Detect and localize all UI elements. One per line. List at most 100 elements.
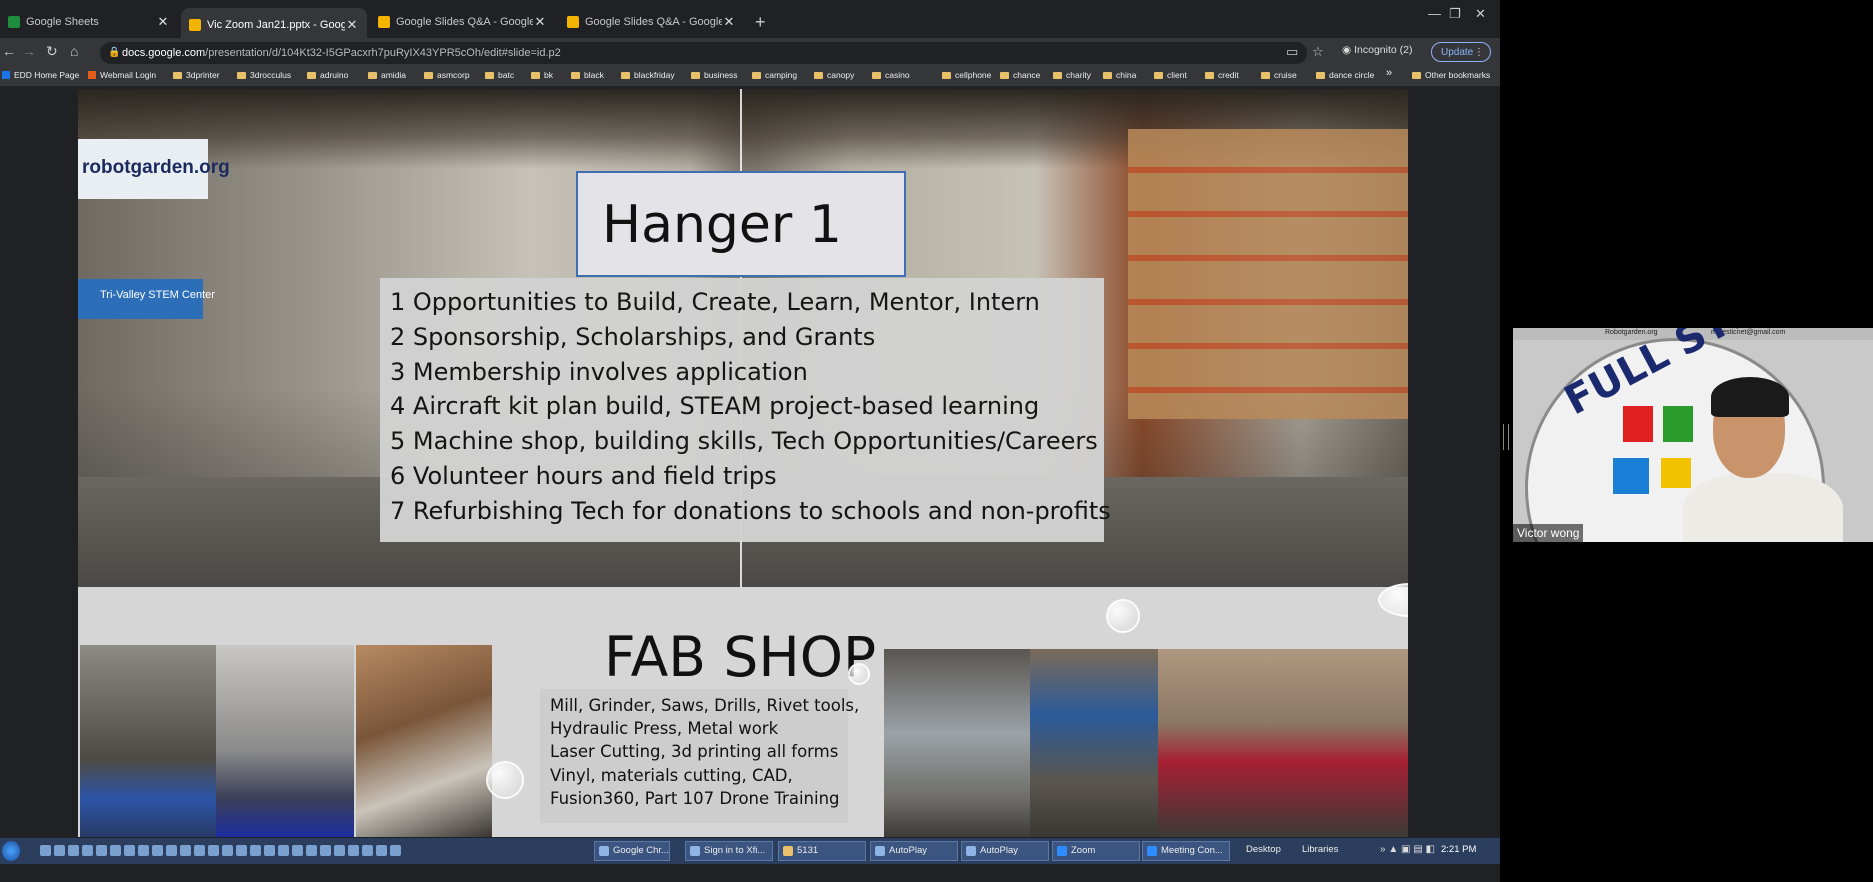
bookmark-folder[interactable]: amidia (368, 70, 406, 80)
bookmark-folder[interactable]: china (1103, 70, 1136, 80)
taskbar-item[interactable]: AutoPlay (961, 841, 1049, 861)
folder-icon (783, 846, 793, 856)
close-icon[interactable]: ✕ (722, 14, 736, 30)
fab-photo-saw (216, 645, 354, 837)
app-icon[interactable] (264, 845, 275, 856)
bookmark-folder[interactable]: blackfriday (621, 70, 675, 80)
taskbar-item[interactable]: Meeting Con... (1142, 841, 1230, 861)
app-icon[interactable] (68, 845, 79, 856)
close-icon[interactable]: ✕ (345, 17, 359, 33)
desktop-toolbar[interactable]: Desktop (1246, 844, 1281, 855)
app-icon[interactable] (348, 845, 359, 856)
participant-video[interactable]: Robotgarden.org majesticnet@gmail.com FU… (1513, 328, 1873, 542)
fab-photo-grinder (80, 645, 216, 837)
app-icon[interactable] (292, 845, 303, 856)
bookmark-folder[interactable]: client (1154, 70, 1187, 80)
app-icon[interactable] (194, 845, 205, 856)
app-icon[interactable] (82, 845, 93, 856)
panel-resize-handle[interactable] (1503, 424, 1509, 450)
app-icon[interactable] (334, 845, 345, 856)
home-button[interactable]: ⌂ (70, 43, 78, 59)
browser-toolbar: ← → ↻ ⌂ 🔒 docs.google.com/presentation/d… (0, 38, 1500, 68)
bookmark-folder[interactable]: charity (1053, 70, 1091, 80)
app-icon[interactable] (180, 845, 191, 856)
reload-button[interactable]: ↻ (46, 43, 58, 60)
minimize-button[interactable]: — (1428, 6, 1441, 21)
app-icon[interactable] (54, 845, 65, 856)
taskbar-item[interactable]: 5131 (778, 841, 866, 861)
tab-slides-qa-1[interactable]: Google Slides Q&A - Google Slides ✕ (370, 10, 555, 34)
taskbar-item[interactable]: Sign in to Xfi... (685, 841, 773, 861)
bookmark-folder[interactable]: chance (1000, 70, 1040, 80)
app-icon[interactable] (208, 845, 219, 856)
bookmark-item[interactable]: EDD Home Page (2, 70, 79, 80)
app-icon[interactable] (110, 845, 121, 856)
bookmark-folder[interactable]: business (691, 70, 738, 80)
opportunities-list: 1 Opportunities to Build, Create, Learn,… (380, 278, 1111, 542)
bookmark-item[interactable]: Webmail Login (88, 70, 156, 80)
taskbar-item[interactable]: Google Chr... (594, 841, 670, 861)
app-icon[interactable] (320, 845, 331, 856)
close-icon[interactable]: ✕ (533, 14, 547, 30)
back-button[interactable]: ← (2, 43, 16, 59)
app-icon[interactable] (250, 845, 261, 856)
bookmark-folder[interactable]: adruino (307, 70, 348, 80)
close-window-button[interactable]: ✕ (1475, 6, 1486, 22)
new-tab-button[interactable]: + (755, 12, 766, 33)
libraries-toolbar[interactable]: Libraries (1302, 844, 1338, 855)
app-icon[interactable] (236, 845, 247, 856)
bookmark-folder[interactable]: bk (531, 70, 553, 80)
app-icon[interactable] (138, 845, 149, 856)
app-icon[interactable] (96, 845, 107, 856)
tab-google-sheets[interactable]: Google Sheets ✕ (0, 10, 178, 34)
app-icon[interactable] (152, 845, 163, 856)
chrome-icon (599, 846, 609, 856)
system-tray[interactable]: » ▲ ▣ ▤ ◧ (1380, 844, 1435, 855)
bookmark-folder[interactable]: batc (485, 70, 514, 80)
logo-block (1623, 406, 1653, 442)
incognito-indicator[interactable]: ◉ Incognito (2) (1342, 44, 1412, 56)
app-icon[interactable] (362, 845, 373, 856)
decorative-bubble (1106, 599, 1140, 633)
taskbar-clock[interactable]: 2:21 PM (1441, 844, 1476, 855)
slides-icon (189, 19, 201, 31)
app-icon[interactable] (376, 845, 387, 856)
bookmark-star-icon[interactable]: ☆ (1312, 44, 1324, 60)
bookmark-folder[interactable]: canopy (814, 70, 854, 80)
bookmark-folder[interactable]: dance circle (1316, 70, 1374, 80)
fab-line: Hydraulic Press, Metal work (550, 719, 779, 738)
zoom-icon (1147, 846, 1157, 856)
folder-icon (1316, 71, 1325, 79)
bookmark-folder[interactable]: cruise (1261, 70, 1297, 80)
cast-icon[interactable]: ▭ (1286, 44, 1298, 60)
bookmark-folder[interactable]: casino (872, 70, 910, 80)
close-icon[interactable]: ✕ (156, 14, 170, 30)
bookmark-folder[interactable]: credit (1205, 70, 1239, 80)
app-icon[interactable] (124, 845, 135, 856)
bookmark-folder[interactable]: 3dprinter (173, 70, 220, 80)
fab-shop-title: FAB SHOP (604, 625, 877, 689)
update-button[interactable]: Update ⋮ (1431, 42, 1491, 62)
taskbar-item[interactable]: Zoom (1052, 841, 1140, 861)
restore-button[interactable]: ❐ (1449, 6, 1461, 22)
tab-slides-qa-2[interactable]: Google Slides Q&A - Google Slides ✕ (559, 10, 744, 34)
tab-vic-zoom-slides[interactable]: Vic Zoom Jan21.pptx - Google Slides ✕ (181, 8, 367, 42)
taskbar-item[interactable]: AutoPlay (870, 841, 958, 861)
app-icon[interactable] (278, 845, 289, 856)
bookmarks-overflow-button[interactable]: » (1386, 67, 1392, 79)
app-icon[interactable] (166, 845, 177, 856)
app-icon[interactable] (222, 845, 233, 856)
app-icon[interactable] (40, 845, 51, 856)
stem-center-banner: Tri-Valley STEM Center (78, 279, 215, 319)
forward-button[interactable]: → (22, 43, 36, 59)
address-bar[interactable]: 🔒 docs.google.com/presentation/d/104Kt32… (100, 42, 1307, 64)
bookmark-folder[interactable]: 3drocculus (237, 70, 291, 80)
bookmark-folder[interactable]: asmcorp (424, 70, 470, 80)
bookmark-folder[interactable]: black (571, 70, 604, 80)
bookmark-folder[interactable]: cellphone (942, 70, 991, 80)
start-button[interactable] (2, 841, 20, 861)
app-icon[interactable] (390, 845, 401, 856)
bookmark-folder[interactable]: camping (752, 70, 797, 80)
app-icon[interactable] (306, 845, 317, 856)
other-bookmarks[interactable]: Other bookmarks (1412, 70, 1490, 80)
